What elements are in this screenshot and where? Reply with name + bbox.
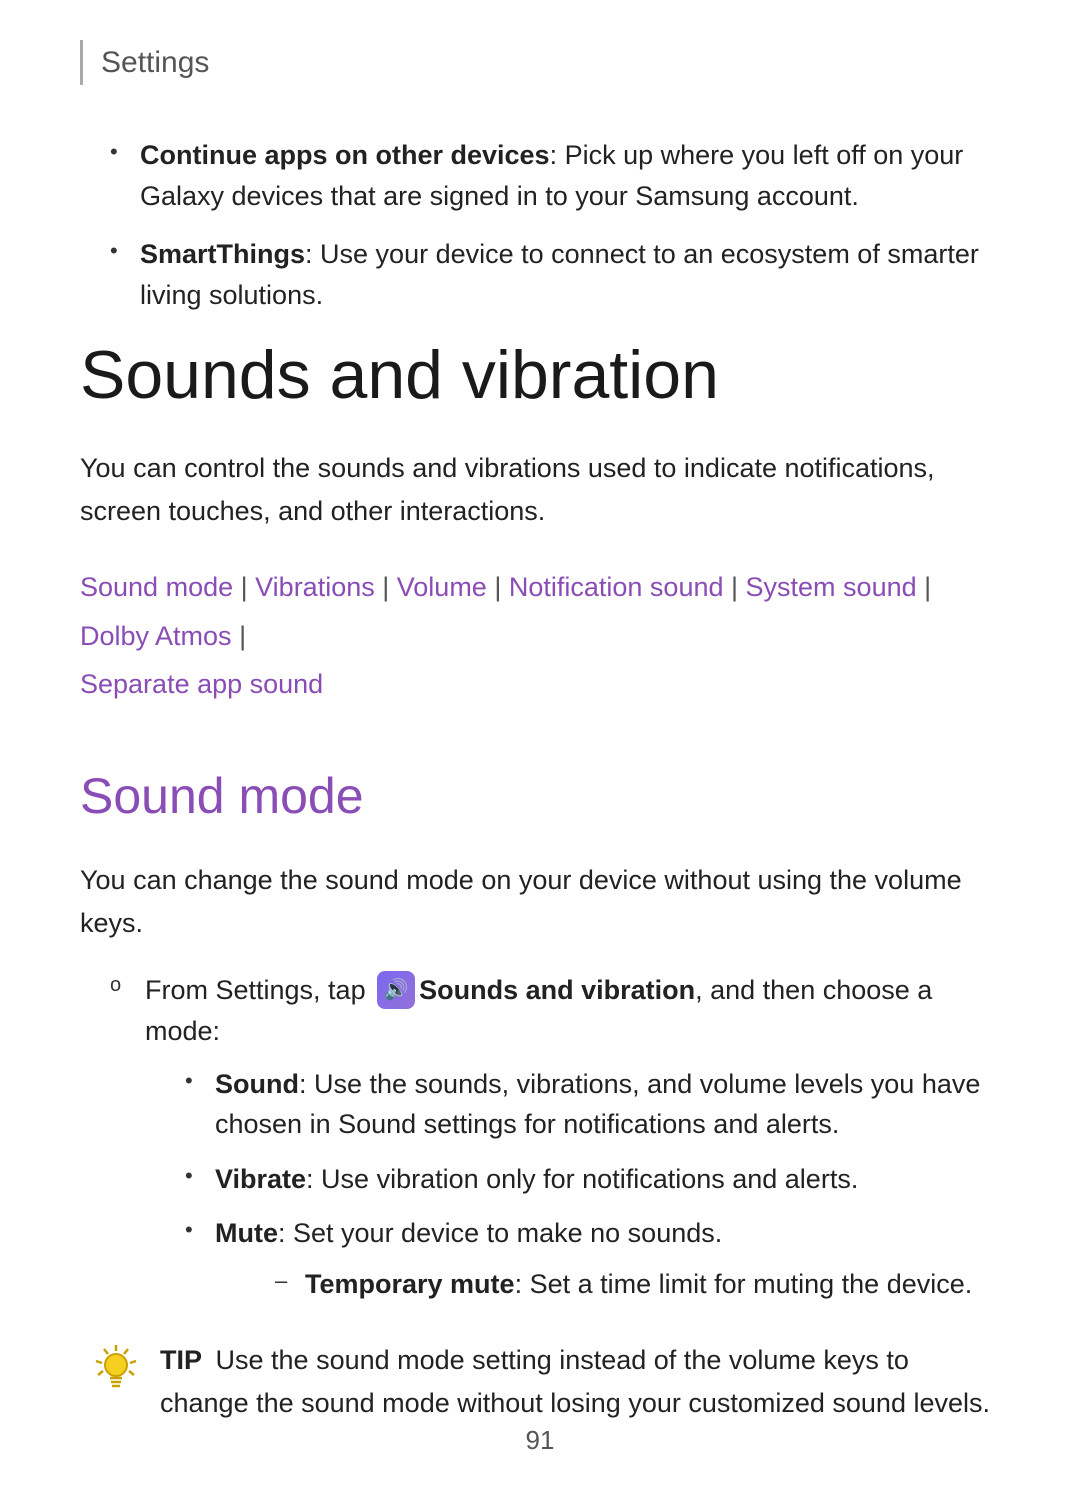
page-header: Settings	[80, 40, 1000, 85]
nav-separator: |	[917, 572, 932, 602]
list-item: Sound: Use the sounds, vibrations, and v…	[185, 1064, 1000, 1145]
list-item: Mute: Set your device to make no sounds.…	[185, 1213, 1000, 1304]
bullet-label: Vibrate	[215, 1164, 306, 1194]
nav-link-sound-mode[interactable]: Sound mode	[80, 572, 233, 602]
instruction-app-name: Sounds and vibration	[419, 975, 695, 1005]
bullet-label: SmartThings	[140, 239, 305, 269]
nav-link-vibrations[interactable]: Vibrations	[255, 572, 375, 602]
sound-mode-description: You can change the sound mode on your de…	[80, 859, 1000, 945]
bullet-text: : Set your device to make no sounds.	[278, 1218, 722, 1248]
instruction-prefix: From Settings, tap	[145, 975, 373, 1005]
dash-label: Temporary mute	[305, 1269, 515, 1299]
lightbulb-svg	[90, 1341, 142, 1393]
list-item: Continue apps on other devices: Pick up …	[110, 135, 1000, 216]
list-item: SmartThings: Use your device to connect …	[110, 234, 1000, 315]
tip-body: Use the sound mode setting instead of th…	[160, 1345, 990, 1418]
nav-link-volume[interactable]: Volume	[397, 572, 487, 602]
tip-label: TIP	[160, 1345, 202, 1375]
list-item: Vibrate: Use vibration only for notifica…	[185, 1159, 1000, 1200]
sound-mode-title: Sound mode	[80, 759, 1000, 834]
nav-link-notification-sound[interactable]: Notification sound	[509, 572, 724, 602]
sounds-vibration-icon	[377, 971, 415, 1009]
nav-links-container: Sound mode | Vibrations | Volume | Notif…	[80, 563, 1000, 709]
nav-separator: |	[724, 572, 746, 602]
bullet-text: : Use the sounds, vibrations, and volume…	[215, 1069, 980, 1140]
nav-separator: |	[375, 572, 397, 602]
dash-list: Temporary mute: Set a time limit for mut…	[215, 1264, 1000, 1305]
main-section-title: Sounds and vibration	[80, 335, 1000, 417]
dash-text: : Set a time limit for muting the device…	[515, 1269, 973, 1299]
nav-link-separate-app-sound[interactable]: Separate app sound	[80, 669, 323, 699]
circle-list-item: From Settings, tap Sounds and vibration,…	[110, 970, 1000, 1304]
page-number: 91	[0, 1421, 1080, 1460]
tip-text-content: TIP Use the sound mode setting instead o…	[160, 1339, 1000, 1425]
inner-bullet-list: Sound: Use the sounds, vibrations, and v…	[145, 1064, 1000, 1305]
intro-bullet-list: Continue apps on other devices: Pick up …	[80, 135, 1000, 315]
dash-list-item: Temporary mute: Set a time limit for mut…	[275, 1264, 1000, 1305]
nav-separator: |	[233, 572, 255, 602]
tip-lightbulb-icon	[90, 1341, 142, 1393]
bullet-label: Mute	[215, 1218, 278, 1248]
nav-link-system-sound[interactable]: System sound	[746, 572, 917, 602]
nav-separator: |	[487, 572, 509, 602]
circle-bullet-list: From Settings, tap Sounds and vibration,…	[80, 970, 1000, 1304]
tip-box: TIP Use the sound mode setting instead o…	[80, 1339, 1000, 1425]
bullet-label: Continue apps on other devices	[140, 140, 550, 170]
bullet-text: : Use vibration only for notifications a…	[306, 1164, 858, 1194]
bullet-label: Sound	[215, 1069, 299, 1099]
nav-separator: |	[232, 621, 247, 651]
nav-link-dolby-atmos[interactable]: Dolby Atmos	[80, 621, 232, 651]
page-container: Settings Continue apps on other devices:…	[0, 0, 1080, 1505]
main-section-description: You can control the sounds and vibration…	[80, 447, 1000, 533]
